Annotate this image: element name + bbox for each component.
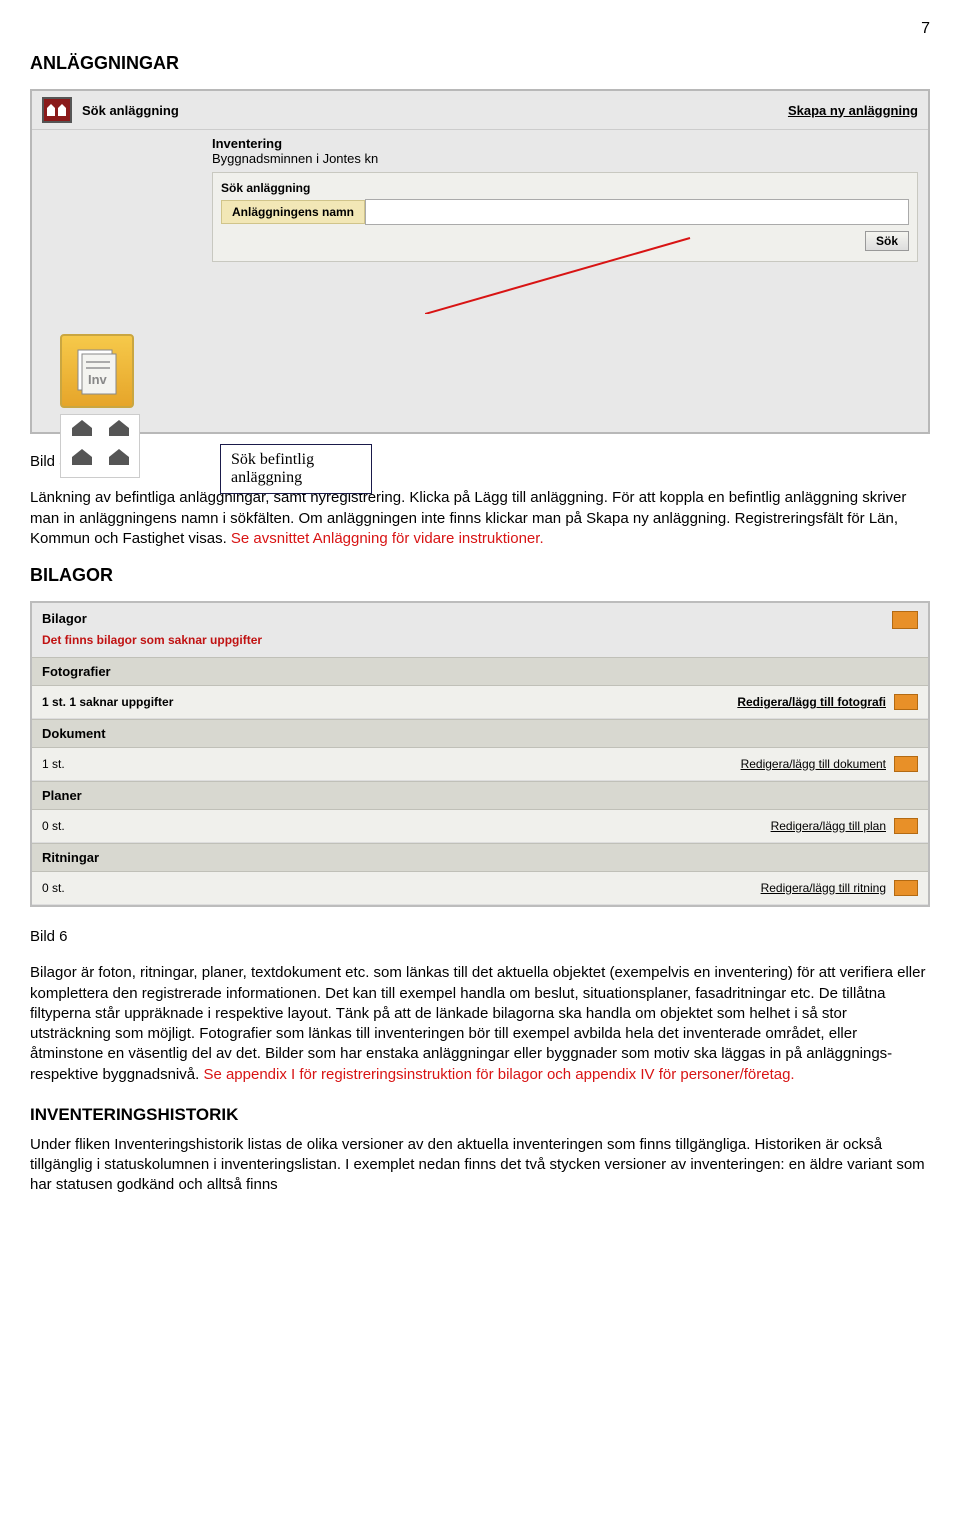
para-bil-red: Se appendix I för registreringsinstrukti… xyxy=(203,1066,794,1083)
page-number: 7 xyxy=(30,20,930,38)
planer-edit-link[interactable]: Redigera/lägg till plan xyxy=(771,819,886,833)
bild5-label: Bild 5 xyxy=(30,452,930,472)
inventering-subtitle: Byggnadsminnen i Jontes kn xyxy=(212,151,916,166)
inventering-label: Inventering xyxy=(212,136,916,151)
bild6-label: Bild 6 xyxy=(30,927,930,947)
section-head-fotografier: Fotografier xyxy=(32,657,928,686)
paragraph-anlaggningar: Länkning av befintliga anläggningar, sam… xyxy=(30,488,930,549)
ritningar-action-button[interactable] xyxy=(894,880,918,896)
section-head-ritningar: Ritningar xyxy=(32,843,928,872)
search-panel-container: Sök anläggning Skapa ny anläggning Inven… xyxy=(30,89,930,434)
bilagor-title: Bilagor xyxy=(42,611,87,626)
bilagor-panel: Bilagor Det finns bilagor som saknar upp… xyxy=(30,601,930,907)
para-anl-red: Se avsnittet Anläggning för vidare instr… xyxy=(231,530,544,547)
dokument-action-button[interactable] xyxy=(894,756,918,772)
section-row-fotografier: 1 st. 1 saknar uppgifter Redigera/lägg t… xyxy=(32,686,928,719)
search-subpanel-title: Sök anläggning xyxy=(221,177,909,199)
bilagor-warning: Det finns bilagor som saknar uppgifter xyxy=(32,633,928,657)
section-head-dokument: Dokument xyxy=(32,719,928,748)
houses-icon xyxy=(42,97,72,123)
inventory-card-icon: Inv xyxy=(60,334,134,408)
paragraph-historik: Under fliken Inventeringshistorik listas… xyxy=(30,1135,930,1196)
topbar: Sök anläggning Skapa ny anläggning xyxy=(32,91,928,130)
create-facility-link[interactable]: Skapa ny anläggning xyxy=(788,103,918,118)
dokument-count: 1 st. xyxy=(42,757,65,771)
facility-name-input[interactable] xyxy=(365,199,909,225)
fotografier-count: 1 st. 1 saknar uppgifter xyxy=(42,695,173,709)
section-row-planer: 0 st. Redigera/lägg till plan xyxy=(32,810,928,843)
section-head-planer: Planer xyxy=(32,781,928,810)
inventering-header: Inventering Byggnadsminnen i Jontes kn xyxy=(32,130,928,168)
planer-count: 0 st. xyxy=(42,819,65,833)
heading-bilagor: BILAGOR xyxy=(30,565,930,586)
paragraph-bilagor: Bilagor är foton, ritningar, planer, tex… xyxy=(30,963,930,1085)
section-row-ritningar: 0 st. Redigera/lägg till ritning xyxy=(32,872,928,905)
left-icon-stack: Inv xyxy=(60,334,140,478)
fotografier-edit-link[interactable]: Redigera/lägg till fotografi xyxy=(737,695,886,709)
heading-historik: INVENTERINGSHISTORIK xyxy=(30,1105,930,1125)
callout-box: Sök befintlig anläggning xyxy=(220,444,372,494)
fotografier-action-button[interactable] xyxy=(894,694,918,710)
house-grid-icon xyxy=(60,414,140,478)
search-subpanel: Sök anläggning Anläggningens namn Sök xyxy=(212,172,918,262)
svg-text:Inv: Inv xyxy=(88,372,108,387)
ritningar-edit-link[interactable]: Redigera/lägg till ritning xyxy=(761,881,886,895)
planer-action-button[interactable] xyxy=(894,818,918,834)
heading-anlaggningar: ANLÄGGNINGAR xyxy=(30,53,930,74)
ritningar-count: 0 st. xyxy=(42,881,65,895)
topbar-title: Sök anläggning xyxy=(82,103,179,118)
search-button[interactable]: Sök xyxy=(865,231,909,251)
bilagor-expand-button[interactable] xyxy=(892,611,918,629)
field-label-anlaggningens-namn: Anläggningens namn xyxy=(221,200,365,224)
section-row-dokument: 1 st. Redigera/lägg till dokument xyxy=(32,748,928,781)
dokument-edit-link[interactable]: Redigera/lägg till dokument xyxy=(741,757,886,771)
